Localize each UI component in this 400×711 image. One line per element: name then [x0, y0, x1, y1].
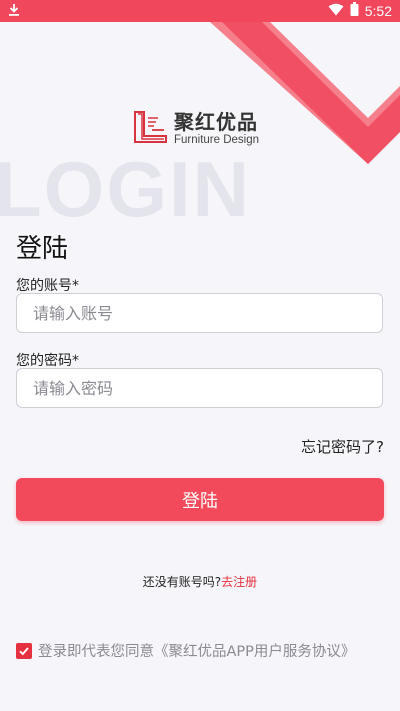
status-time: 5:52 — [364, 3, 392, 19]
checkmark-icon — [19, 646, 29, 655]
wifi-icon — [328, 3, 344, 20]
status-indicators: 5:52 — [328, 2, 392, 20]
brand-name-cn: 聚红优品 — [174, 109, 258, 134]
brand-logo: 聚红优品 Furniture Design — [132, 108, 259, 150]
forgot-password-link[interactable]: 忘记密码了? — [301, 436, 384, 457]
status-bar: 5:52 — [0, 0, 400, 22]
agreement: 登录即代表您同意《聚红优品APP用户服务协议》 — [16, 640, 355, 661]
battery-icon — [350, 2, 359, 20]
login-button[interactable]: 登陆 — [16, 478, 384, 521]
register-prompt-text: 还没有账号吗? — [142, 575, 222, 589]
password-input[interactable] — [16, 368, 383, 408]
page-title: 登陆 — [16, 234, 69, 264]
download-icon — [8, 3, 20, 20]
register-link[interactable]: 去注册 — [221, 575, 257, 589]
logo-mark-icon — [132, 108, 170, 150]
account-input[interactable] — [16, 293, 383, 333]
agreement-text[interactable]: 登录即代表您同意《聚红优品APP用户服务协议》 — [38, 640, 355, 661]
login-watermark: LOGIN — [0, 145, 251, 233]
password-label: 您的密码* — [16, 353, 79, 369]
account-label: 您的账号* — [16, 278, 79, 294]
register-prompt: 还没有账号吗?去注册 — [0, 573, 400, 590]
agreement-checkbox[interactable] — [16, 642, 32, 659]
